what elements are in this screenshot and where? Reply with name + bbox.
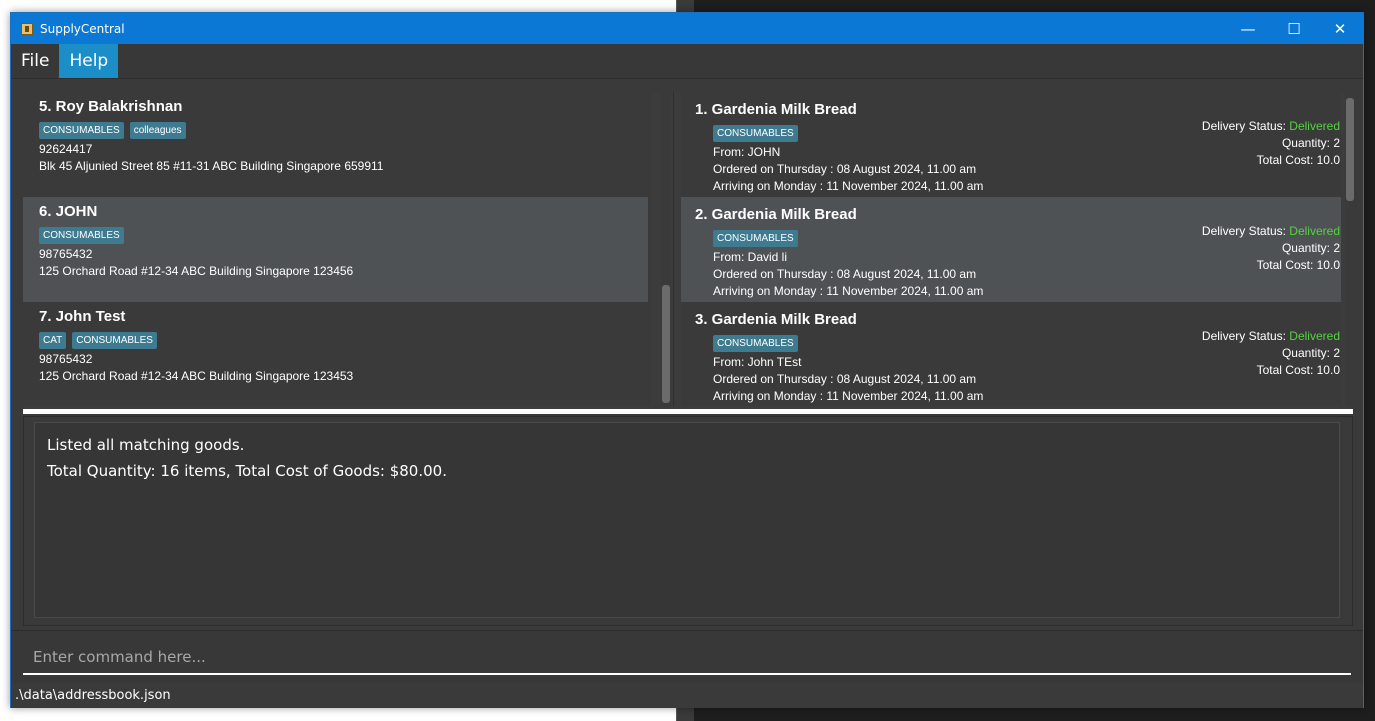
tag: CONSUMABLES <box>39 227 124 244</box>
person-card[interactable]: 5. Roy Balakrishnan CONSUMABLES colleagu… <box>23 92 648 197</box>
goods-arrival-date: Arriving on Monday : 11 November 2024, 1… <box>713 389 984 403</box>
goods-arrival-date: Arriving on Monday : 11 November 2024, 1… <box>713 284 984 298</box>
tag: colleagues <box>129 122 186 139</box>
person-address: Blk 45 Aljunied Street 85 #11-31 ABC Bui… <box>39 159 384 173</box>
window-title: SupplyCentral <box>40 21 125 36</box>
person-card[interactable]: 7. John Test CAT CONSUMABLES 98765432 12… <box>23 302 648 406</box>
tag: CONSUMABLES <box>39 122 124 139</box>
result-panel: Listed all matching goods. Total Quantit… <box>23 416 1353 626</box>
result-message: Listed all matching goods. <box>47 436 245 454</box>
split-pane-divider[interactable] <box>23 409 1353 414</box>
menu-file[interactable]: File <box>11 44 59 78</box>
tag: CONSUMABLES <box>713 230 798 247</box>
goods-quantity: Quantity: 2 <box>1281 136 1340 150</box>
person-card-selected[interactable]: 6. JOHN CONSUMABLES 98765432 125 Orchard… <box>23 197 648 302</box>
status-badge: Delivered <box>1289 329 1340 343</box>
goods-card-selected[interactable]: 2. Gardenia Milk Bread CONSUMABLES From:… <box>681 197 1341 302</box>
scrollbar-thumb[interactable] <box>1346 98 1354 201</box>
person-phone: 92624417 <box>39 142 93 156</box>
goods-arrival-date: Arriving on Monday : 11 November 2024, 1… <box>713 179 984 193</box>
minimize-icon[interactable]: — <box>1225 13 1271 44</box>
goods-card[interactable]: 3. Gardenia Milk Bread CONSUMABLES From:… <box>681 302 1341 406</box>
goods-cost: Total Cost: 10.0 <box>1256 363 1340 377</box>
tag: CAT <box>39 332 67 349</box>
person-tags: CAT CONSUMABLES <box>39 332 648 351</box>
status-label: Delivery Status: <box>1201 329 1290 343</box>
title-bar[interactable]: SupplyCentral — ☐ ✕ <box>11 13 1363 44</box>
person-address: 125 Orchard Road #12-34 ABC Building Sin… <box>39 369 354 383</box>
tag: CONSUMABLES <box>713 125 798 142</box>
command-input[interactable] <box>23 641 1351 675</box>
save-location: .\data\addressbook.json <box>15 688 171 703</box>
menu-bar: File Help <box>11 44 1363 79</box>
menu-help[interactable]: Help <box>59 44 119 78</box>
command-area <box>11 630 1363 688</box>
maximize-icon[interactable]: ☐ <box>1271 13 1317 44</box>
goods-cost: Total Cost: 10.0 <box>1256 258 1340 272</box>
person-phone: 98765432 <box>39 247 93 261</box>
tag: CONSUMABLES <box>72 332 157 349</box>
panel-divider[interactable] <box>673 92 677 406</box>
person-tags: CONSUMABLES <box>39 227 648 246</box>
close-icon[interactable]: ✕ <box>1317 13 1363 44</box>
goods-quantity: Quantity: 2 <box>1281 346 1340 360</box>
app-icon <box>21 22 33 35</box>
person-list-scrollbar[interactable] <box>661 92 671 406</box>
goods-list[interactable]: 1. Gardenia Milk Bread CONSUMABLES From:… <box>681 92 1341 406</box>
person-address: 125 Orchard Road #12-34 ABC Building Sin… <box>39 264 354 278</box>
person-tags: CONSUMABLES colleagues <box>39 122 648 141</box>
person-phone: 98765432 <box>39 352 93 366</box>
result-summary: Total Quantity: 16 items, Total Cost of … <box>47 462 447 480</box>
goods-cost: Total Cost: 10.0 <box>1256 153 1340 167</box>
result-display[interactable]: Listed all matching goods. Total Quantit… <box>34 422 1340 618</box>
goods-list-scrollbar[interactable] <box>1345 92 1355 406</box>
status-label: Delivery Status: <box>1201 224 1290 238</box>
goods-summary: Delivery Status: Delivered Quantity: 2 T… <box>1202 328 1340 379</box>
person-name: 6. JOHN <box>39 203 98 220</box>
tag: CONSUMABLES <box>713 335 798 352</box>
status-badge: Delivered <box>1289 224 1340 238</box>
goods-summary: Delivery Status: Delivered Quantity: 2 T… <box>1202 223 1340 274</box>
person-name: 5. Roy Balakrishnan <box>39 98 183 115</box>
person-list[interactable]: 5. Roy Balakrishnan CONSUMABLES colleagu… <box>23 92 651 406</box>
person-name: 7. John Test <box>39 308 126 325</box>
scrollbar-thumb[interactable] <box>662 285 670 403</box>
app-window: SupplyCentral — ☐ ✕ File Help 5. Roy Bal… <box>10 12 1364 708</box>
goods-quantity: Quantity: 2 <box>1281 241 1340 255</box>
goods-card[interactable]: 1. Gardenia Milk Bread CONSUMABLES From:… <box>681 92 1341 197</box>
status-bar: .\data\addressbook.json <box>11 683 1363 708</box>
status-badge: Delivered <box>1289 119 1340 133</box>
goods-summary: Delivery Status: Delivered Quantity: 2 T… <box>1202 118 1340 169</box>
status-label: Delivery Status: <box>1201 119 1290 133</box>
lists-area: 5. Roy Balakrishnan CONSUMABLES colleagu… <box>23 92 1355 410</box>
